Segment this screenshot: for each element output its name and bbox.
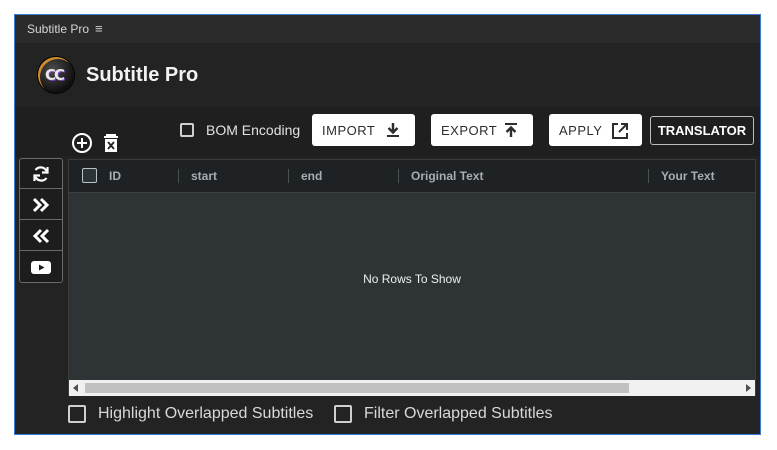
translator-button[interactable]: TRANSLATOR	[650, 116, 754, 145]
empty-message: No Rows To Show	[363, 272, 461, 286]
column-header-end[interactable]: end	[301, 169, 322, 183]
window-title: Subtitle Pro	[27, 22, 90, 36]
sidebar-toolbar	[19, 158, 63, 283]
youtube-icon	[31, 261, 51, 274]
horizontal-scrollbar[interactable]	[69, 380, 755, 396]
filter-overlapped-checkbox[interactable]	[334, 405, 352, 423]
bom-encoding-label: BOM Encoding	[206, 122, 301, 138]
import-button[interactable]: IMPORT	[312, 114, 415, 146]
app-panel: Subtitle Pro ≡ CC Subtitle Pro BOM Encod…	[14, 14, 761, 435]
sync-button[interactable]	[20, 159, 62, 189]
column-separator	[648, 169, 649, 183]
column-header-your-text[interactable]: Your Text	[661, 169, 715, 183]
app-header: CC Subtitle Pro	[15, 43, 760, 107]
youtube-button[interactable]	[20, 252, 62, 282]
scroll-left-icon[interactable]	[73, 384, 78, 392]
column-header-original-text[interactable]: Original Text	[411, 169, 483, 183]
apply-button[interactable]: APPLY	[549, 114, 642, 146]
filter-overlapped-label: Filter Overlapped Subtitles	[364, 405, 553, 422]
subtitle-grid: ID start end Original Text Your Text No …	[68, 159, 756, 396]
bom-encoding-checkbox[interactable]	[180, 123, 194, 137]
add-circle-icon[interactable]	[71, 132, 93, 154]
double-chevron-right-icon	[32, 197, 50, 213]
menu-icon[interactable]: ≡	[95, 21, 103, 36]
column-header-start[interactable]: start	[191, 169, 217, 183]
scroll-right-icon[interactable]	[746, 384, 751, 392]
scrollbar-thumb[interactable]	[85, 383, 629, 393]
export-button[interactable]: EXPORT	[431, 114, 533, 146]
trash-icon[interactable]	[103, 133, 119, 153]
sync-icon	[33, 166, 49, 182]
highlight-overlapped-checkbox[interactable]	[68, 405, 86, 423]
column-separator	[398, 169, 399, 183]
import-label: IMPORT	[322, 123, 376, 138]
back-button[interactable]	[20, 221, 62, 251]
app-logo: CC	[38, 57, 74, 93]
column-header-id[interactable]: ID	[109, 169, 121, 183]
column-separator	[288, 169, 289, 183]
app-title: Subtitle Pro	[86, 64, 199, 86]
upload-icon	[505, 123, 517, 137]
export-label: EXPORT	[441, 123, 498, 138]
toolbar: BOM Encoding IMPORT EXPORT APPLY TRANSLA…	[15, 107, 760, 157]
title-bar: Subtitle Pro ≡	[15, 15, 760, 43]
highlight-overlapped-label: Highlight Overlapped Subtitles	[98, 405, 314, 422]
external-link-icon	[612, 123, 628, 139]
column-separator	[178, 169, 179, 183]
double-chevron-left-icon	[32, 228, 50, 244]
apply-label: APPLY	[559, 123, 603, 138]
grid-header: ID start end Original Text Your Text	[69, 160, 755, 193]
select-all-checkbox[interactable]	[82, 168, 97, 183]
logo-text: CC	[45, 66, 65, 84]
forward-button[interactable]	[20, 190, 62, 220]
download-icon	[387, 123, 399, 137]
